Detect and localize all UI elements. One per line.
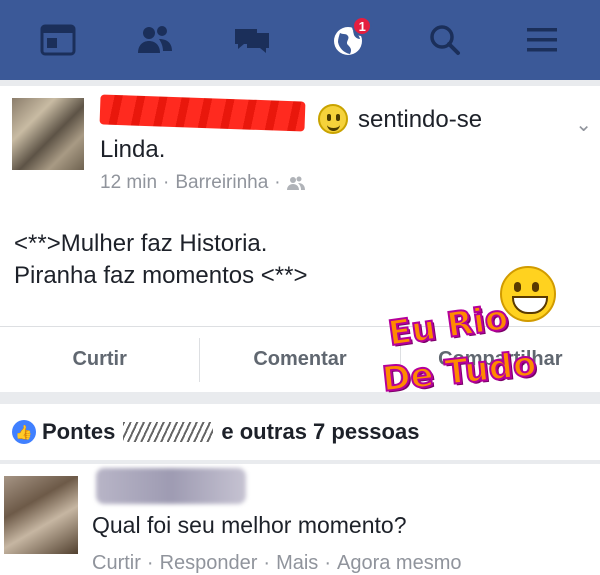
top-navbar: 1 — [0, 0, 600, 80]
meta-separator: · — [263, 552, 271, 574]
post-text: <**>Mulher faz Historia. Piranha faz mom… — [14, 230, 308, 289]
menu-icon — [526, 28, 557, 52]
laughing-face-icon — [500, 266, 556, 322]
comment-text: Qual foi seu melhor momento? — [92, 512, 407, 538]
friends-button[interactable] — [125, 10, 185, 70]
feeling-smiley-icon — [318, 104, 348, 134]
notifications-button[interactable]: 1 — [318, 10, 378, 70]
meta-separator: · — [163, 172, 170, 193]
eu-rio-de-tudo-watermark: Eu Rio De Tudo — [379, 266, 562, 416]
search-icon — [430, 25, 460, 55]
reactor-name[interactable]: Pontes — [42, 419, 115, 445]
author-avatar[interactable] — [12, 98, 84, 170]
author-name-redacted — [99, 94, 306, 132]
feeling-prefix: sentindo-se — [358, 106, 483, 133]
post-options-chevron-icon[interactable]: ⌄ — [575, 112, 592, 137]
messages-icon — [234, 29, 269, 53]
comment-meta: Curtir · Responder · Mais · Agora mesmo — [92, 552, 461, 575]
menu-button[interactable] — [512, 10, 572, 70]
post-time[interactable]: 12 min — [100, 172, 157, 194]
notification-badge: 1 — [352, 16, 373, 36]
comment-item: Qual foi seu melhor momento? Curtir · Re… — [0, 464, 600, 575]
reactions-text: Pontes e outras 7 pessoas — [42, 419, 419, 445]
comment-reply-link[interactable]: Responder — [160, 552, 258, 575]
meta-separator: · — [324, 552, 331, 574]
reactions-others[interactable]: e outras 7 pessoas — [221, 419, 419, 445]
comment-time: Agora mesmo — [336, 552, 462, 574]
watermark-line1: Eu Rio — [385, 297, 512, 355]
commenter-name-redacted — [96, 468, 246, 504]
reactions-summary[interactable]: 👍 Pontes e outras 7 pessoas — [0, 404, 600, 460]
redacted-scribble — [123, 422, 214, 442]
comment-more-link[interactable]: Mais — [276, 552, 318, 575]
meta-separator: · — [146, 552, 154, 574]
post-meta: 12 min · Barreirinha · — [100, 172, 305, 194]
comment-button[interactable]: Comentar — [200, 348, 399, 371]
friends-icon — [137, 26, 172, 53]
like-button[interactable]: Curtir — [0, 348, 199, 371]
meta-separator: · — [274, 172, 281, 193]
commenter-avatar[interactable] — [4, 476, 78, 554]
feeling-name: Linda. — [100, 136, 166, 163]
post-location[interactable]: Barreirinha — [175, 172, 268, 194]
news-feed-icon — [40, 24, 76, 56]
like-thumb-icon: 👍 — [12, 420, 36, 444]
privacy-friends-icon[interactable] — [286, 175, 305, 191]
messages-button[interactable] — [222, 10, 282, 70]
watermark-line2: De Tudo — [379, 343, 539, 401]
search-button[interactable] — [415, 10, 475, 70]
comment-like-link[interactable]: Curtir — [92, 552, 141, 575]
news-feed-button[interactable] — [28, 10, 88, 70]
